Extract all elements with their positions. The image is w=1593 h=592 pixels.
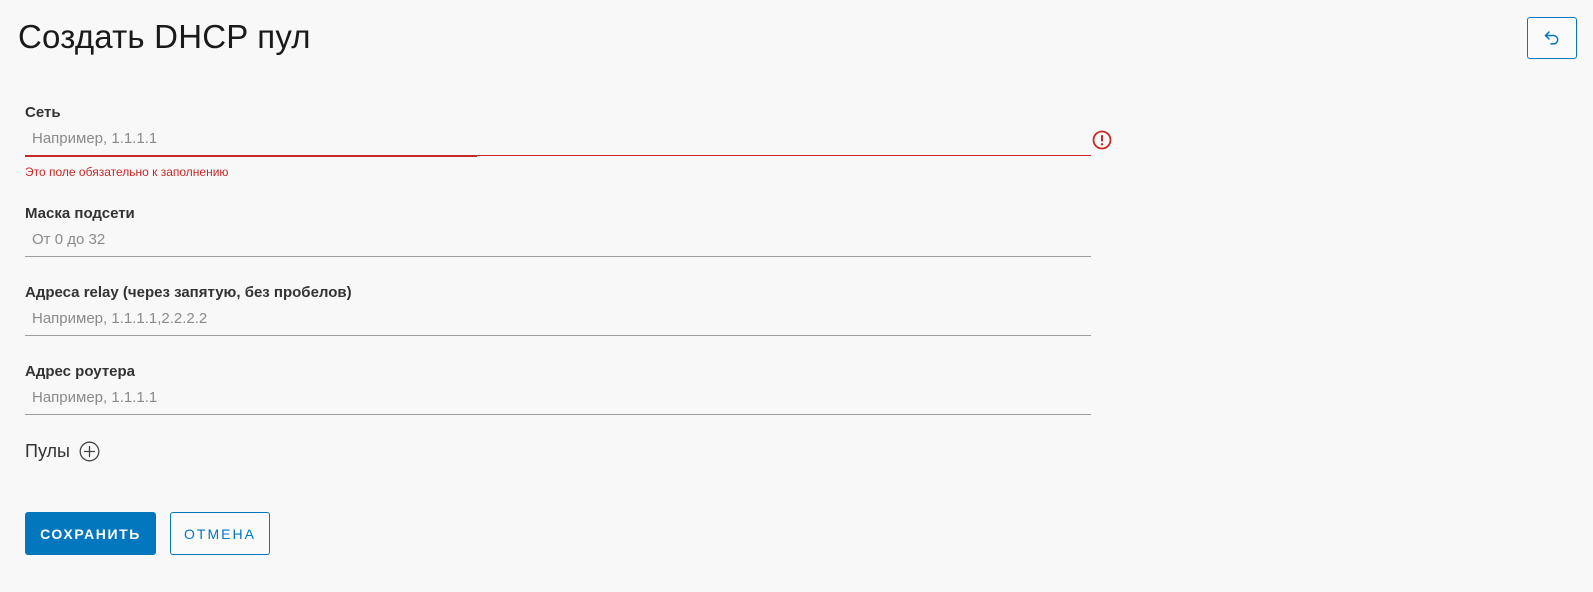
relay-addresses-input-wrap xyxy=(25,303,1091,336)
save-button[interactable]: СОХРАНИТЬ xyxy=(25,512,156,555)
plus-circle-icon xyxy=(79,441,100,462)
error-underline xyxy=(25,155,477,157)
network-error-message: Это поле обязательно к заполнению xyxy=(25,165,229,179)
pools-section: Пулы xyxy=(25,441,100,462)
router-address-input-wrap xyxy=(25,382,1091,415)
network-input-wrap xyxy=(25,123,1112,157)
cancel-button[interactable]: ОТМЕНА xyxy=(170,512,270,555)
page-title: Создать DHCP пул xyxy=(18,18,311,55)
pools-label: Пулы xyxy=(25,441,70,461)
add-pool-button[interactable] xyxy=(79,441,100,462)
network-field: Сеть Это поле обязательно к заполнению xyxy=(25,103,1112,179)
router-address-input[interactable] xyxy=(25,382,1052,413)
undo-arrow-icon xyxy=(1544,31,1559,45)
subnet-mask-input[interactable] xyxy=(25,224,1052,255)
relay-addresses-input[interactable] xyxy=(25,303,1052,334)
back-button[interactable] xyxy=(1527,17,1577,59)
exclamation-circle-icon xyxy=(1092,130,1112,150)
relay-addresses-field: Адреса relay (через запятую, без пробело… xyxy=(25,283,1091,336)
relay-addresses-label: Адреса relay (через запятую, без пробело… xyxy=(25,284,352,301)
network-input[interactable] xyxy=(25,123,1052,154)
subnet-mask-input-wrap xyxy=(25,224,1091,257)
network-label: Сеть xyxy=(25,104,61,121)
subnet-mask-label: Маска подсети xyxy=(25,205,135,222)
subnet-mask-field: Маска подсети xyxy=(25,204,1091,257)
router-address-label: Адрес роутера xyxy=(25,363,136,380)
router-address-field: Адрес роутера xyxy=(25,362,1091,415)
create-dhcp-pool-page: Создать DHCP пул Сеть Это поле обязатель… xyxy=(0,0,1593,592)
